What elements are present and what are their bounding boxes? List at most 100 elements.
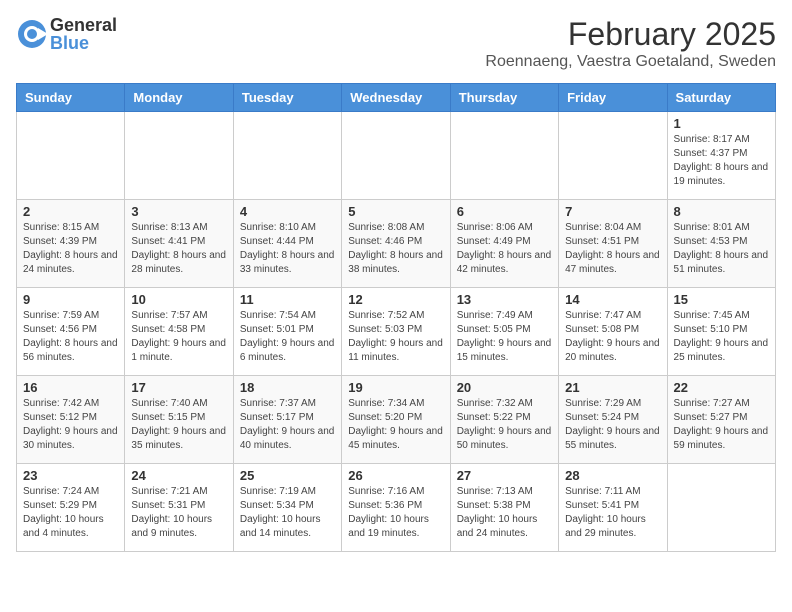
title-area: February 2025 Roennaeng, Vaestra Goetala… bbox=[485, 16, 776, 71]
calendar-cell: 14 Sunrise: 7:47 AM Sunset: 5:08 PM Dayli… bbox=[559, 288, 667, 376]
day-number: 24 bbox=[131, 468, 226, 483]
logo-blue-text: Blue bbox=[50, 34, 117, 52]
month-title: February 2025 bbox=[485, 16, 776, 53]
day-number: 18 bbox=[240, 380, 335, 395]
day-info: Sunrise: 7:24 AM Sunset: 5:29 PM Dayligh… bbox=[23, 485, 118, 541]
day-info: Sunrise: 7:32 AM Sunset: 5:22 PM Dayligh… bbox=[457, 397, 552, 453]
calendar-cell: 8 Sunrise: 8:01 AM Sunset: 4:53 PM Daylig… bbox=[667, 200, 775, 288]
calendar-cell: 11 Sunrise: 7:54 AM Sunset: 5:01 PM Dayli… bbox=[233, 288, 341, 376]
day-number: 12 bbox=[348, 292, 443, 307]
weekday-header-row: SundayMondayTuesdayWednesdayThursdayFrid… bbox=[17, 84, 776, 112]
day-info: Sunrise: 7:47 AM Sunset: 5:08 PM Dayligh… bbox=[565, 309, 660, 365]
day-number: 20 bbox=[457, 380, 552, 395]
day-info: Sunrise: 7:52 AM Sunset: 5:03 PM Dayligh… bbox=[348, 309, 443, 365]
day-info: Sunrise: 7:16 AM Sunset: 5:36 PM Dayligh… bbox=[348, 485, 443, 541]
calendar-cell: 26 Sunrise: 7:16 AM Sunset: 5:36 PM Dayli… bbox=[342, 464, 450, 552]
day-info: Sunrise: 8:08 AM Sunset: 4:46 PM Dayligh… bbox=[348, 221, 443, 277]
day-number: 27 bbox=[457, 468, 552, 483]
day-number: 11 bbox=[240, 292, 335, 307]
day-info: Sunrise: 7:27 AM Sunset: 5:27 PM Dayligh… bbox=[674, 397, 769, 453]
weekday-header-friday: Friday bbox=[559, 84, 667, 112]
day-number: 22 bbox=[674, 380, 769, 395]
logo: General Blue bbox=[16, 16, 117, 52]
calendar-week-row: 2 Sunrise: 8:15 AM Sunset: 4:39 PM Daylig… bbox=[17, 200, 776, 288]
day-number: 15 bbox=[674, 292, 769, 307]
day-number: 17 bbox=[131, 380, 226, 395]
calendar-cell bbox=[559, 112, 667, 200]
calendar-cell bbox=[17, 112, 125, 200]
calendar-cell: 4 Sunrise: 8:10 AM Sunset: 4:44 PM Daylig… bbox=[233, 200, 341, 288]
day-info: Sunrise: 8:06 AM Sunset: 4:49 PM Dayligh… bbox=[457, 221, 552, 277]
day-info: Sunrise: 7:37 AM Sunset: 5:17 PM Dayligh… bbox=[240, 397, 335, 453]
weekday-header-sunday: Sunday bbox=[17, 84, 125, 112]
calendar-cell: 12 Sunrise: 7:52 AM Sunset: 5:03 PM Dayli… bbox=[342, 288, 450, 376]
calendar-week-row: 1 Sunrise: 8:17 AM Sunset: 4:37 PM Daylig… bbox=[17, 112, 776, 200]
day-number: 16 bbox=[23, 380, 118, 395]
day-number: 21 bbox=[565, 380, 660, 395]
day-info: Sunrise: 7:42 AM Sunset: 5:12 PM Dayligh… bbox=[23, 397, 118, 453]
logo-icon bbox=[16, 18, 48, 50]
day-info: Sunrise: 8:17 AM Sunset: 4:37 PM Dayligh… bbox=[674, 133, 769, 189]
weekday-header-saturday: Saturday bbox=[667, 84, 775, 112]
day-number: 19 bbox=[348, 380, 443, 395]
calendar-cell: 18 Sunrise: 7:37 AM Sunset: 5:17 PM Dayli… bbox=[233, 376, 341, 464]
calendar-cell: 7Sunrise: 8:04 AM Sunset: 4:51 PM Daylig… bbox=[559, 200, 667, 288]
calendar-cell: 27 Sunrise: 7:13 AM Sunset: 5:38 PM Dayli… bbox=[450, 464, 558, 552]
day-number: 1 bbox=[674, 116, 769, 131]
calendar-week-row: 16 Sunrise: 7:42 AM Sunset: 5:12 PM Dayli… bbox=[17, 376, 776, 464]
calendar-cell: 6 Sunrise: 8:06 AM Sunset: 4:49 PM Daylig… bbox=[450, 200, 558, 288]
day-info: Sunrise: 7:11 AM Sunset: 5:41 PM Dayligh… bbox=[565, 485, 660, 541]
day-number: 2 bbox=[23, 204, 118, 219]
day-number: 14 bbox=[565, 292, 660, 307]
day-info: Sunrise: 7:57 AM Sunset: 4:58 PM Dayligh… bbox=[131, 309, 226, 365]
day-number: 13 bbox=[457, 292, 552, 307]
day-info: Sunrise: 8:13 AM Sunset: 4:41 PM Dayligh… bbox=[131, 221, 226, 277]
calendar-cell bbox=[450, 112, 558, 200]
calendar-cell: 3Sunrise: 8:13 AM Sunset: 4:41 PM Daylig… bbox=[125, 200, 233, 288]
calendar-cell: 28 Sunrise: 7:11 AM Sunset: 5:41 PM Dayli… bbox=[559, 464, 667, 552]
weekday-header-thursday: Thursday bbox=[450, 84, 558, 112]
calendar-cell: 15Sunrise: 7:45 AM Sunset: 5:10 PM Dayli… bbox=[667, 288, 775, 376]
calendar-cell: 23 Sunrise: 7:24 AM Sunset: 5:29 PM Dayli… bbox=[17, 464, 125, 552]
day-number: 10 bbox=[131, 292, 226, 307]
day-info: Sunrise: 7:54 AM Sunset: 5:01 PM Dayligh… bbox=[240, 309, 335, 365]
day-info: Sunrise: 7:40 AM Sunset: 5:15 PM Dayligh… bbox=[131, 397, 226, 453]
logo-general-text: General bbox=[50, 16, 117, 34]
day-info: Sunrise: 7:29 AM Sunset: 5:24 PM Dayligh… bbox=[565, 397, 660, 453]
calendar-cell: 17 Sunrise: 7:40 AM Sunset: 5:15 PM Dayli… bbox=[125, 376, 233, 464]
calendar-cell: 16 Sunrise: 7:42 AM Sunset: 5:12 PM Dayli… bbox=[17, 376, 125, 464]
day-info: Sunrise: 8:04 AM Sunset: 4:51 PM Dayligh… bbox=[565, 221, 660, 277]
calendar-cell bbox=[233, 112, 341, 200]
calendar-cell bbox=[125, 112, 233, 200]
day-number: 4 bbox=[240, 204, 335, 219]
day-number: 25 bbox=[240, 468, 335, 483]
day-info: Sunrise: 7:59 AM Sunset: 4:56 PM Dayligh… bbox=[23, 309, 118, 365]
day-info: Sunrise: 8:10 AM Sunset: 4:44 PM Dayligh… bbox=[240, 221, 335, 277]
calendar-cell: 1 Sunrise: 8:17 AM Sunset: 4:37 PM Daylig… bbox=[667, 112, 775, 200]
day-number: 9 bbox=[23, 292, 118, 307]
day-number: 28 bbox=[565, 468, 660, 483]
header: General Blue February 2025 Roennaeng, Va… bbox=[16, 16, 776, 71]
day-number: 6 bbox=[457, 204, 552, 219]
day-info: Sunrise: 7:19 AM Sunset: 5:34 PM Dayligh… bbox=[240, 485, 335, 541]
calendar-cell: 24Sunrise: 7:21 AM Sunset: 5:31 PM Dayli… bbox=[125, 464, 233, 552]
day-number: 23 bbox=[23, 468, 118, 483]
day-number: 8 bbox=[674, 204, 769, 219]
day-info: Sunrise: 7:13 AM Sunset: 5:38 PM Dayligh… bbox=[457, 485, 552, 541]
calendar-cell: 19Sunrise: 7:34 AM Sunset: 5:20 PM Dayli… bbox=[342, 376, 450, 464]
calendar-cell: 2 Sunrise: 8:15 AM Sunset: 4:39 PM Daylig… bbox=[17, 200, 125, 288]
weekday-header-monday: Monday bbox=[125, 84, 233, 112]
calendar-week-row: 23 Sunrise: 7:24 AM Sunset: 5:29 PM Dayli… bbox=[17, 464, 776, 552]
calendar-cell: 25 Sunrise: 7:19 AM Sunset: 5:34 PM Dayli… bbox=[233, 464, 341, 552]
calendar-cell: 10 Sunrise: 7:57 AM Sunset: 4:58 PM Dayli… bbox=[125, 288, 233, 376]
day-info: Sunrise: 8:01 AM Sunset: 4:53 PM Dayligh… bbox=[674, 221, 769, 277]
calendar-cell bbox=[667, 464, 775, 552]
calendar-cell: 9 Sunrise: 7:59 AM Sunset: 4:56 PM Daylig… bbox=[17, 288, 125, 376]
day-number: 26 bbox=[348, 468, 443, 483]
day-number: 5 bbox=[348, 204, 443, 219]
calendar-cell bbox=[342, 112, 450, 200]
calendar-table: SundayMondayTuesdayWednesdayThursdayFrid… bbox=[16, 83, 776, 552]
calendar-cell: 5 Sunrise: 8:08 AM Sunset: 4:46 PM Daylig… bbox=[342, 200, 450, 288]
day-info: Sunrise: 8:15 AM Sunset: 4:39 PM Dayligh… bbox=[23, 221, 118, 277]
calendar-week-row: 9 Sunrise: 7:59 AM Sunset: 4:56 PM Daylig… bbox=[17, 288, 776, 376]
